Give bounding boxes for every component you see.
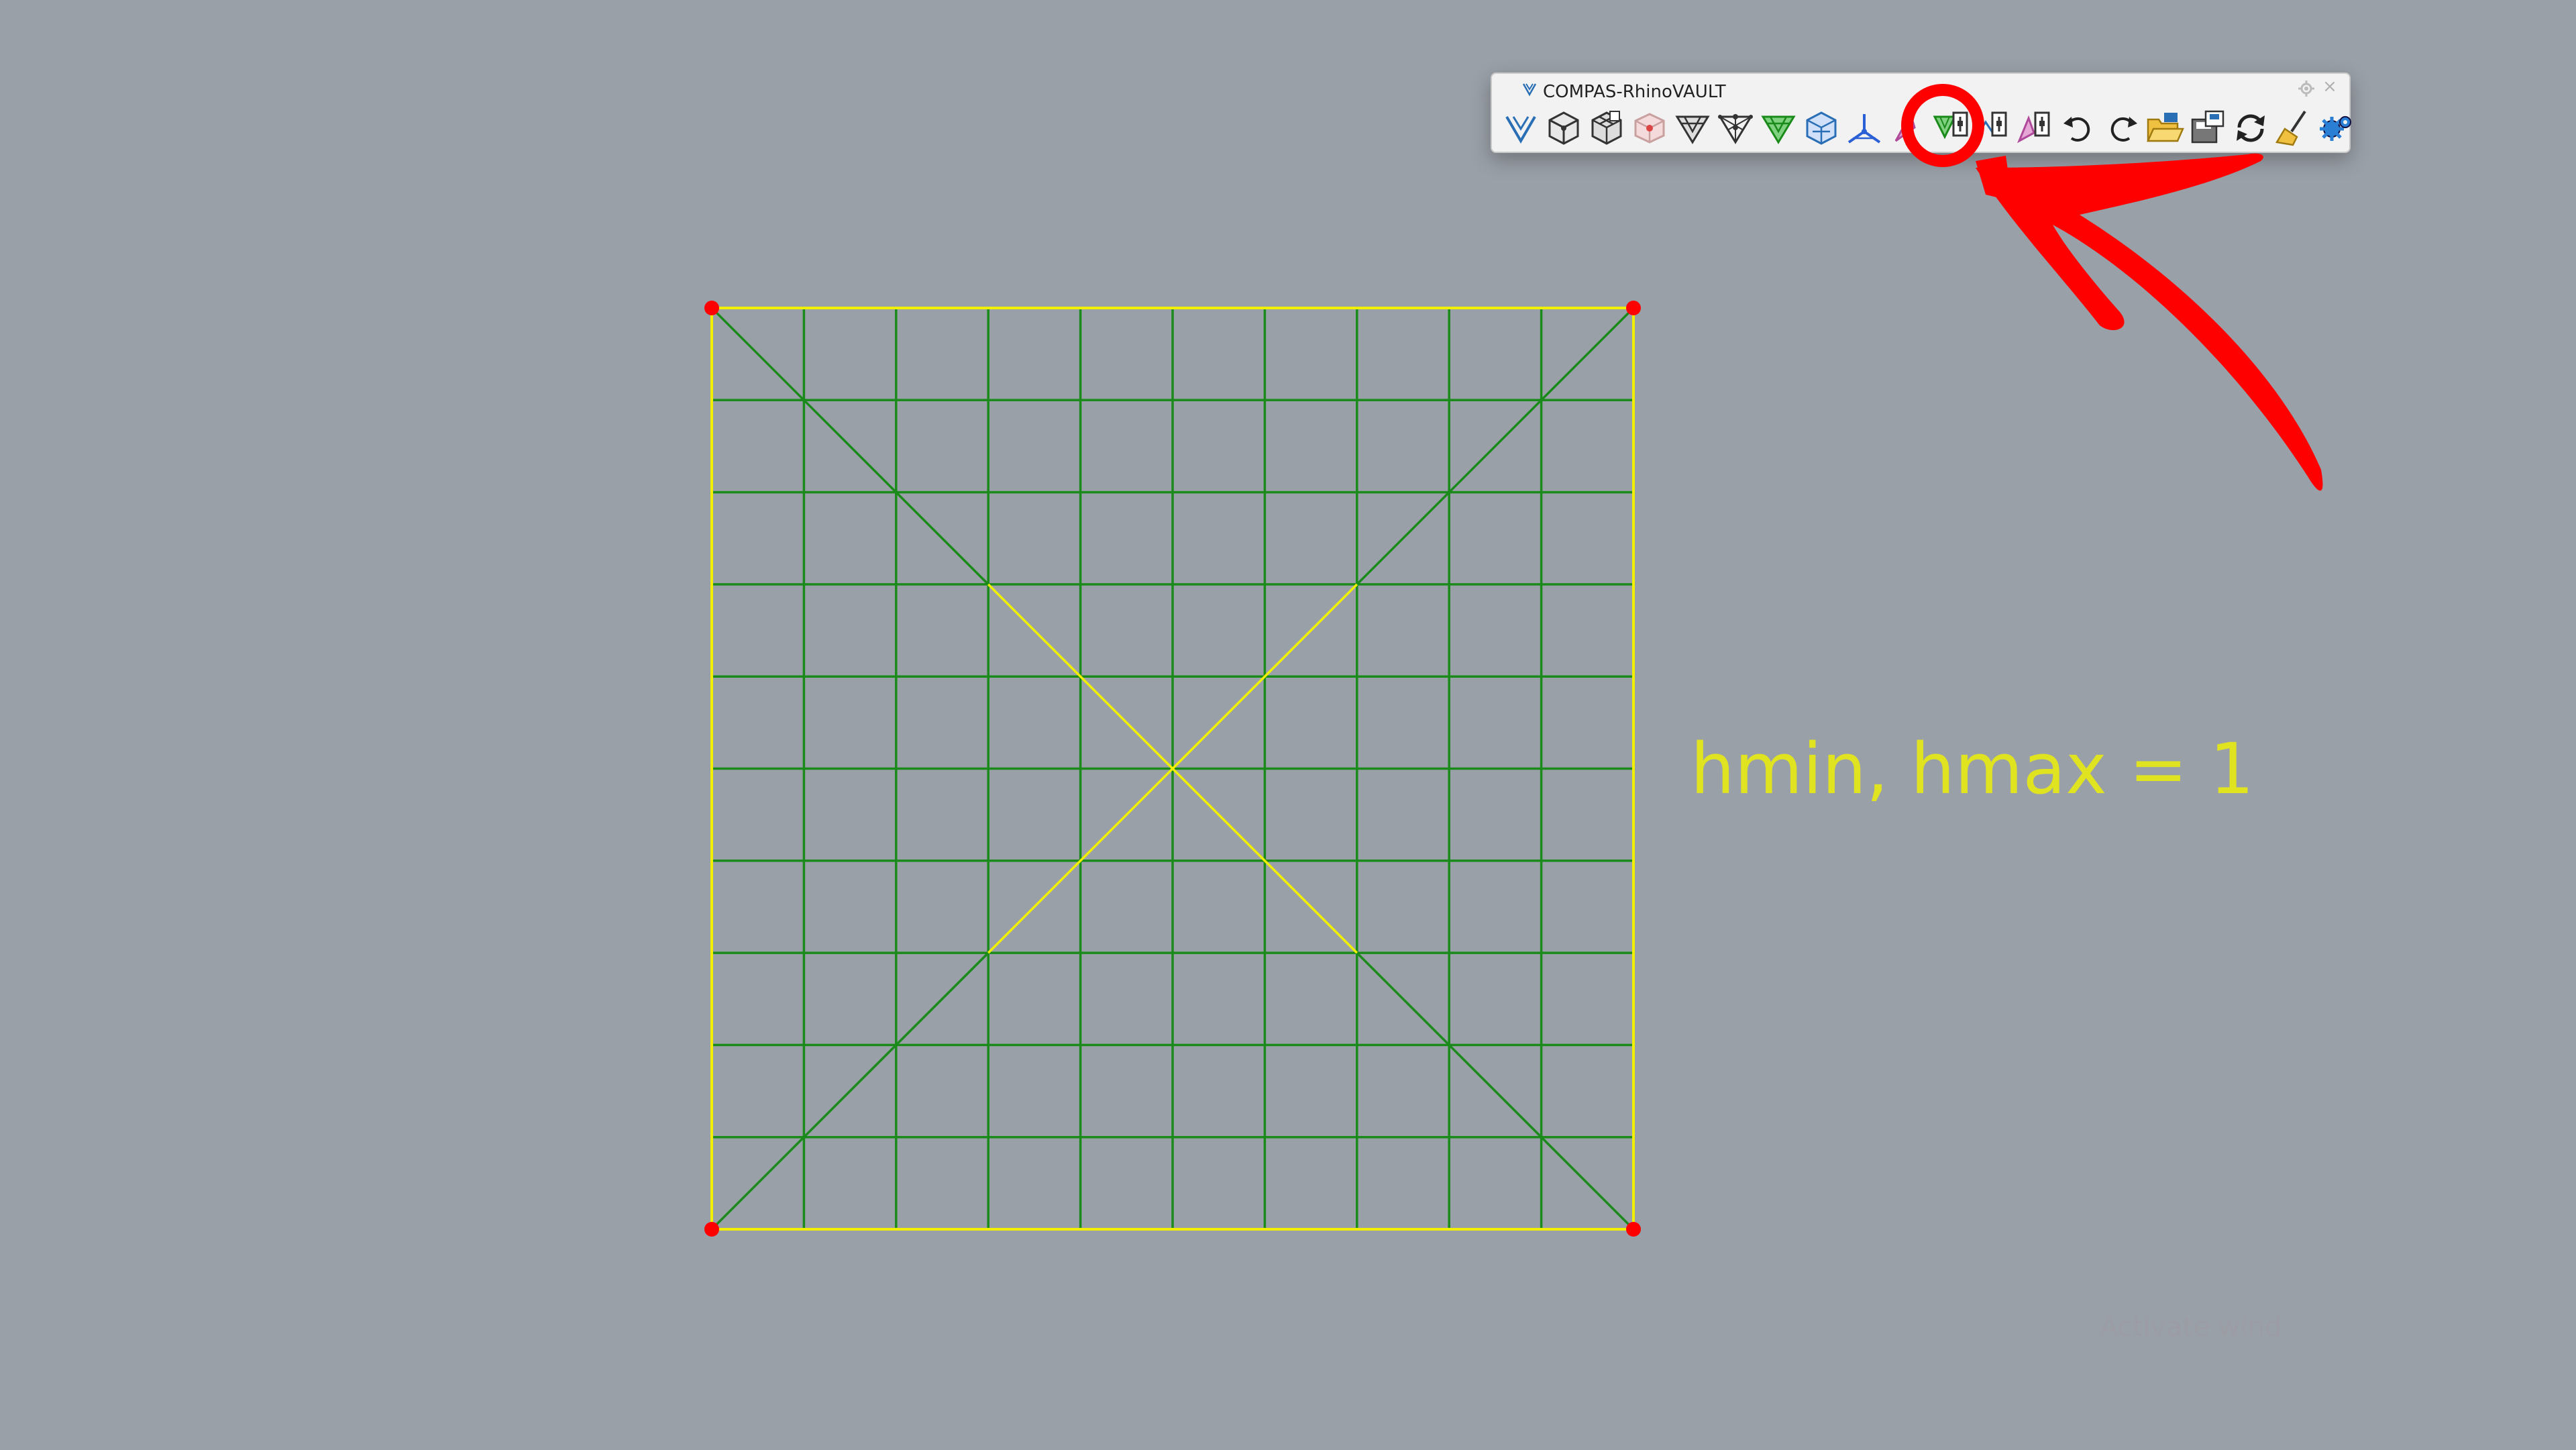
redo-icon[interactable]	[2101, 107, 2143, 149]
undo-icon[interactable]	[2058, 107, 2100, 149]
h-bounds-label: hmin, hmax = 1	[1690, 728, 2255, 810]
support-vertex[interactable]	[704, 1222, 719, 1237]
broom-icon[interactable]	[2273, 107, 2314, 149]
diagonal-edge	[710, 951, 989, 1231]
green-triangle-icon[interactable]	[1758, 107, 1799, 149]
diagonal-edge	[1356, 307, 1635, 586]
watermark-text: Activate wind	[2100, 1312, 2282, 1343]
gear-icon[interactable]	[2316, 107, 2357, 149]
box-icon[interactable]	[1543, 107, 1585, 149]
save-icon[interactable]	[2187, 107, 2229, 149]
modify-form-icon[interactable]	[1929, 107, 1971, 149]
mesh-icon[interactable]	[1629, 107, 1670, 149]
triangle-dots-icon[interactable]	[1715, 107, 1756, 149]
rhinovault-toolbar[interactable]: COMPAS-RhinoVAULT ×	[1491, 72, 2351, 153]
toolbar-buttons	[1500, 107, 2351, 150]
modify-thrust-icon[interactable]	[2015, 107, 2057, 149]
box-grid-icon[interactable]	[1586, 107, 1627, 149]
support-vertex[interactable]	[1626, 1222, 1641, 1237]
form-diagram[interactable]	[0, 0, 2576, 1450]
reload-icon[interactable]	[2230, 107, 2271, 149]
vault-logo-icon[interactable]	[1500, 107, 1542, 149]
toolbar-title: COMPAS-RhinoVAULT	[1543, 82, 1726, 102]
modify-force-icon[interactable]	[1972, 107, 2014, 149]
support-vertex[interactable]	[1626, 301, 1641, 315]
triangle-icon[interactable]	[1672, 107, 1713, 149]
rhino-viewport[interactable]: hmin, hmax = 1 Activate wind COMPAS-Rhin…	[0, 0, 2576, 1450]
toolbar-title-bar[interactable]: COMPAS-RhinoVAULT ×	[1492, 74, 2349, 107]
support-vertex[interactable]	[704, 301, 719, 315]
purple-leaf-icon[interactable]	[1886, 107, 1928, 149]
diagonal-edge	[1356, 951, 1635, 1231]
rhinovault-logo-icon	[1522, 83, 1537, 97]
diagonal-edge	[710, 307, 989, 586]
close-icon[interactable]: ×	[2320, 76, 2340, 97]
folder-open-icon[interactable]	[2144, 107, 2186, 149]
thrust-diagram-icon[interactable]	[1843, 107, 1885, 149]
toolbar-gear-icon[interactable]	[2297, 79, 2316, 98]
force-diagram-icon[interactable]	[1801, 107, 1842, 149]
